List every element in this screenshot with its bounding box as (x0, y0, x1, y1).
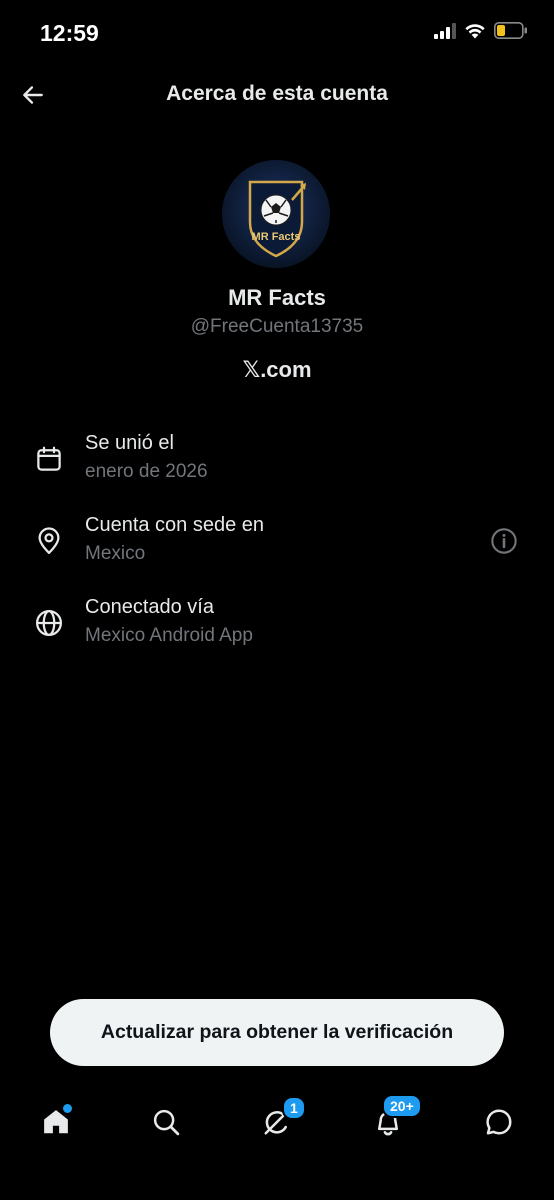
info-value: Mexico Android App (85, 625, 253, 646)
battery-icon (494, 22, 527, 39)
grok-badge: 1 (282, 1096, 306, 1120)
header: Acerca de esta cuenta (0, 70, 554, 120)
nav-search[interactable] (144, 1100, 188, 1144)
info-value: Mexico (85, 543, 146, 564)
bottom-nav: 1 20+ (0, 1090, 554, 1160)
nav-grok[interactable]: 1 (255, 1096, 306, 1144)
home-unread-dot (63, 1104, 72, 1113)
info-row-location: Cuenta con sede en Mexico (0, 512, 554, 582)
status-bar: 12:59 (0, 0, 554, 64)
platform-label: 𝕏.com (0, 357, 554, 383)
x-logo-icon: 𝕏 (242, 358, 261, 383)
info-label: Se unió el (85, 432, 174, 454)
nav-messages[interactable] (477, 1100, 521, 1144)
get-verified-button[interactable]: Actualizar para obtener la verificación (50, 999, 504, 1066)
notifications-badge: 20+ (382, 1094, 422, 1118)
nav-notifications[interactable]: 20+ (366, 1094, 422, 1144)
svg-text:MR Facts: MR Facts (252, 231, 301, 243)
info-row-connected: Conectado vía Mexico Android App (0, 594, 554, 664)
cellular-signal-icon (434, 22, 456, 39)
calendar-icon (37, 446, 61, 471)
globe-icon (36, 610, 62, 636)
nav-home[interactable] (34, 1100, 78, 1144)
messages-icon (486, 1109, 512, 1135)
info-row-joined: Se unió el enero de 2026 (0, 430, 554, 500)
page-title: Acerca de esta cuenta (166, 82, 388, 105)
avatar[interactable]: MR Facts (222, 160, 330, 268)
info-label: Conectado vía (85, 596, 214, 618)
platform-label-text: .com (260, 357, 312, 382)
avatar-logo: MR Facts (222, 160, 330, 268)
status-time: 12:59 (40, 20, 99, 46)
status-icons (434, 22, 528, 39)
profile-name: MR Facts (228, 285, 326, 310)
wifi-icon (465, 24, 485, 39)
info-label: Cuenta con sede en (85, 514, 265, 536)
location-pin-icon (38, 527, 60, 554)
profile-handle: @FreeCuenta13735 (190, 316, 364, 337)
info-value: enero de 2026 (85, 461, 208, 482)
info-circle-icon[interactable] (490, 527, 518, 555)
search-icon (153, 1109, 180, 1136)
